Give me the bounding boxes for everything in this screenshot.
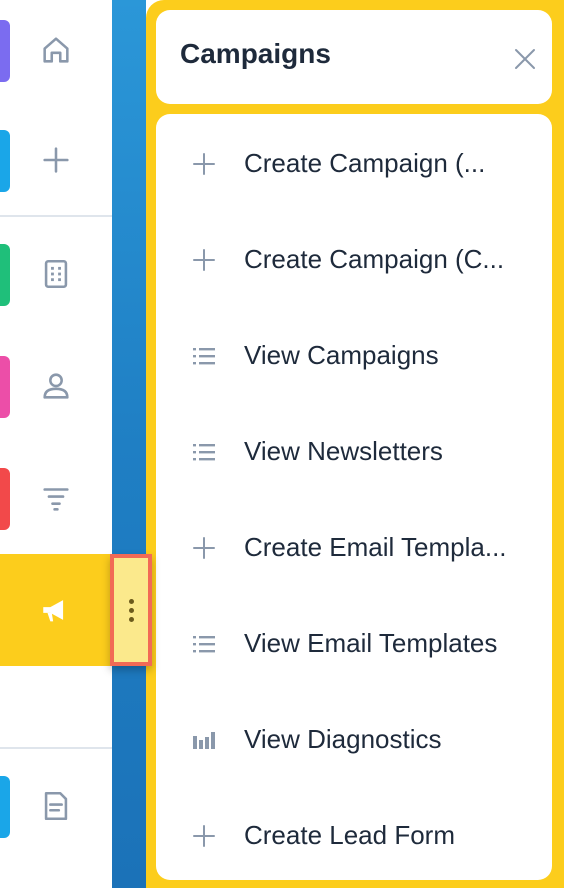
sidebar-item-accounts[interactable]: [0, 218, 112, 330]
panel-title: Campaigns: [180, 38, 331, 69]
sidebar-rail: [0, 0, 112, 888]
menu-item-label: Create Lead Form: [244, 820, 455, 850]
menu-item-label: Create Campaign (C...: [244, 244, 505, 274]
menu-item-label: View Newsletters: [244, 436, 443, 466]
menu-item-label: Create Campaign (...: [244, 148, 486, 178]
sidebar-item-home[interactable]: [0, 0, 112, 106]
plus-icon: [192, 824, 216, 848]
menu-item-label: Create Email Templa...: [244, 532, 507, 562]
close-button[interactable]: [510, 44, 540, 74]
sidebar-item-contacts[interactable]: [0, 330, 112, 442]
menu-item-view-diagnostics[interactable]: View Diagnostics: [156, 692, 552, 788]
panel-header: Campaigns: [156, 10, 552, 104]
document-icon: [44, 791, 68, 821]
sidebar-divider: [0, 215, 112, 217]
close-icon: [515, 49, 535, 69]
filter-icon: [43, 488, 69, 511]
accent-bar: [0, 776, 10, 838]
menu-item-create-lead-form[interactable]: Create Lead Form: [156, 788, 552, 880]
accent-bar: [0, 356, 10, 418]
vertical-dots-icon: [128, 598, 134, 622]
accent-bar: [0, 244, 10, 306]
accent-bar: [0, 20, 10, 82]
background-strip: [112, 0, 146, 888]
list-icon: [192, 632, 216, 656]
menu-item-view-newsletters[interactable]: View Newsletters: [156, 404, 552, 500]
menu-item-label: View Campaigns: [244, 340, 439, 370]
home-icon: [43, 37, 69, 63]
campaigns-panel: Campaigns Create Campaign (... Create Ca…: [146, 0, 564, 888]
panel-menu: Create Campaign (... Create Campaign (C.…: [156, 114, 552, 880]
menu-item-view-email-templates[interactable]: View Email Templates: [156, 596, 552, 692]
menu-item-view-campaigns[interactable]: View Campaigns: [156, 308, 552, 404]
sidebar-item-documents[interactable]: [0, 750, 112, 862]
sidebar-item-create[interactable]: [0, 104, 112, 216]
list-icon: [192, 344, 216, 368]
sidebar-item-leads[interactable]: [0, 442, 112, 554]
more-options-handle[interactable]: [110, 554, 152, 666]
bar-chart-icon: [192, 728, 216, 752]
sidebar-item-campaigns[interactable]: [0, 554, 112, 666]
menu-item-label: View Diagnostics: [244, 724, 442, 754]
accent-bar: [0, 468, 10, 530]
plus-icon: [192, 152, 216, 176]
plus-icon: [43, 147, 69, 173]
sidebar-divider: [0, 747, 112, 749]
accent-bar: [0, 130, 10, 192]
menu-item-create-campaign-1[interactable]: Create Campaign (...: [156, 116, 552, 212]
list-icon: [192, 440, 216, 464]
plus-icon: [192, 536, 216, 560]
building-icon: [44, 259, 68, 289]
plus-icon: [192, 248, 216, 272]
person-icon: [43, 373, 69, 399]
menu-item-create-campaign-2[interactable]: Create Campaign (C...: [156, 212, 552, 308]
menu-item-label: View Email Templates: [244, 628, 498, 658]
megaphone-icon: [43, 600, 64, 622]
menu-item-create-email-template[interactable]: Create Email Templa...: [156, 500, 552, 596]
